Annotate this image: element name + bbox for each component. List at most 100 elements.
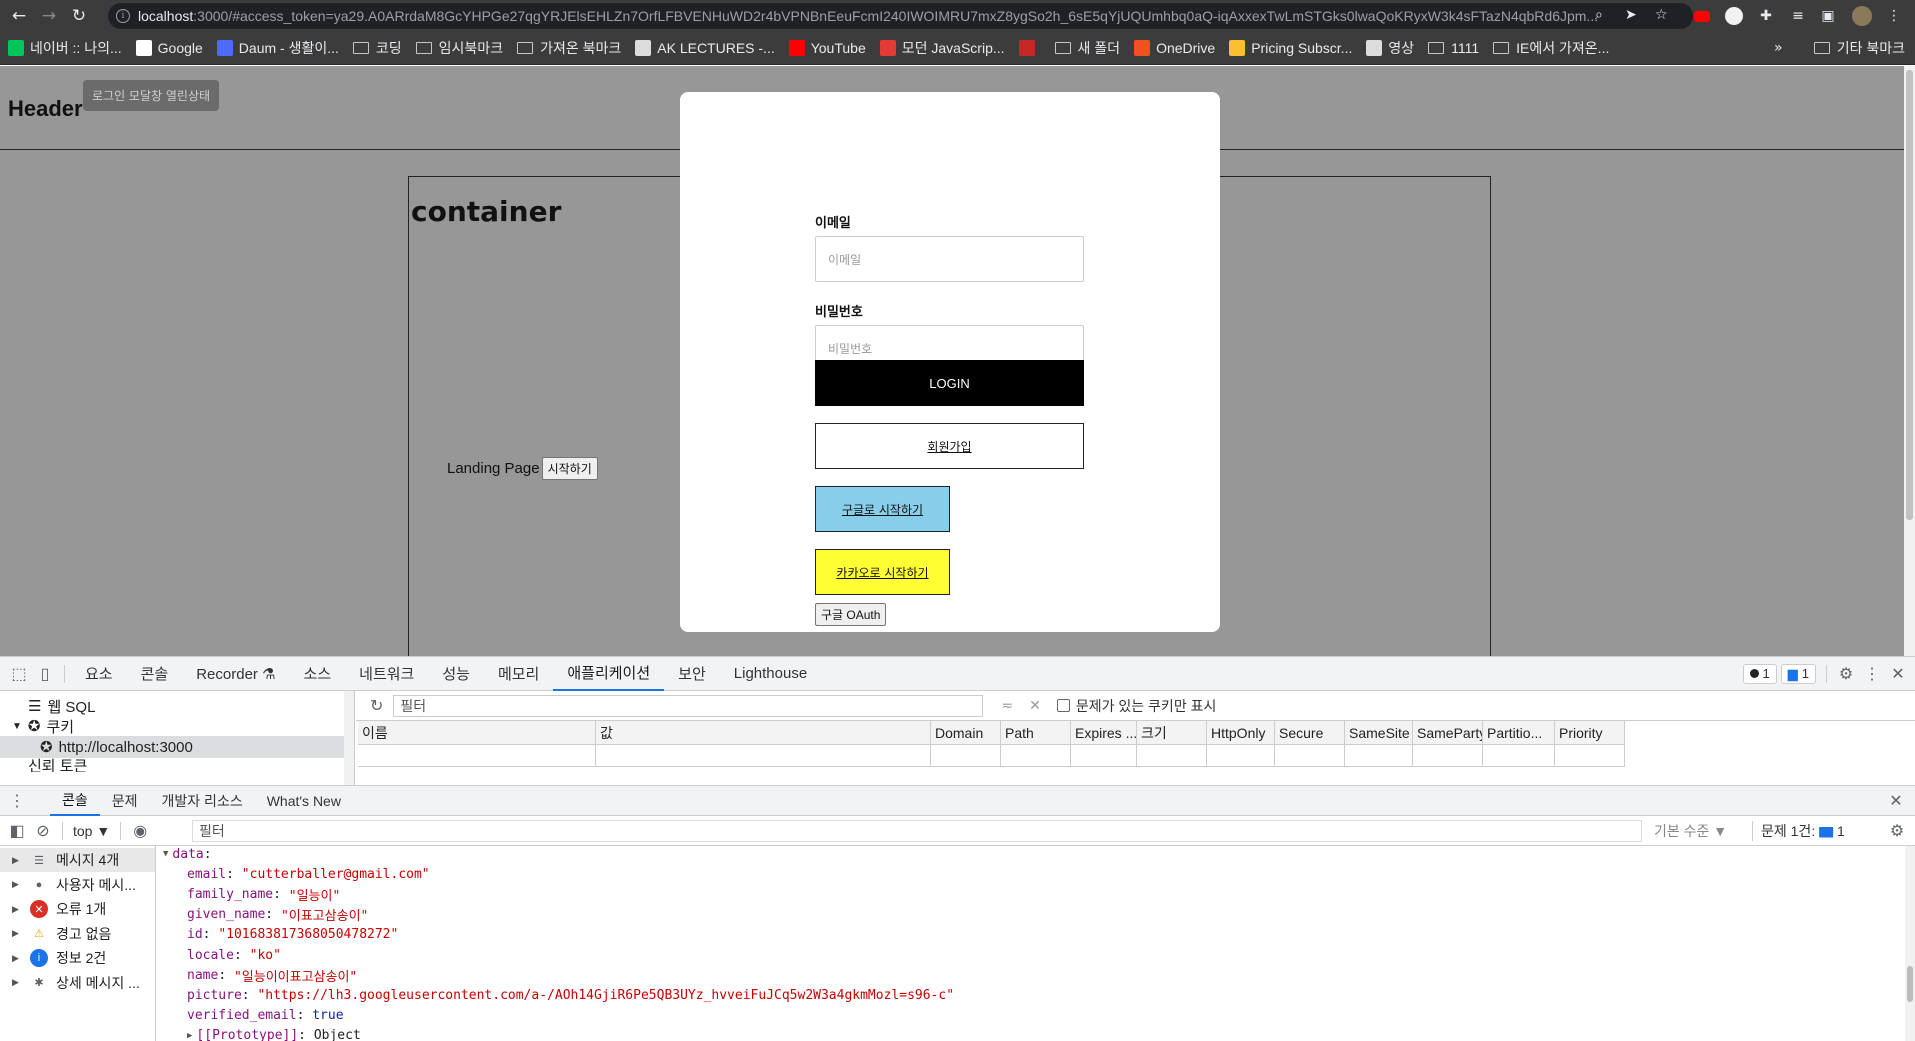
live-expression-eye-icon[interactable]: ◉ xyxy=(127,818,153,844)
devtools-tab[interactable]: 요소 xyxy=(71,657,127,691)
sidebar-item-cookies[interactable]: ▼ ✪ 쿠키 xyxy=(0,715,344,737)
clear-console-icon[interactable]: ⊘ xyxy=(30,818,56,844)
reload-icon[interactable]: ↻ xyxy=(64,0,94,32)
bookmark-item[interactable]: 새 폴더 xyxy=(1054,38,1120,58)
devtools-tab[interactable]: Lighthouse xyxy=(720,657,821,691)
avatar[interactable] xyxy=(1852,6,1872,26)
kakao-login-button[interactable]: 카카오로 시작하기 xyxy=(815,549,950,595)
cookie-column-header[interactable]: Priority xyxy=(1555,721,1625,745)
bookmark-item[interactable] xyxy=(1018,40,1041,56)
bookmark-item[interactable]: 가져온 북마크 xyxy=(517,38,621,58)
cookie-column-header[interactable]: Path xyxy=(1001,721,1071,745)
console-sidebar-item[interactable]: ▶ i 정보 2건 xyxy=(0,946,155,970)
bookmark-item[interactable]: Pricing Subscr... xyxy=(1229,40,1352,56)
bookmarks-overflow-button[interactable]: » xyxy=(1774,40,1783,56)
context-select[interactable]: top ▼ xyxy=(73,823,110,839)
profile-circle-icon[interactable] xyxy=(1724,6,1744,26)
zoom-icon[interactable]: ⌕ xyxy=(1595,7,1603,23)
console-object-property[interactable]: ▼ data: xyxy=(163,846,212,864)
expand-arrow-icon[interactable]: ▼ xyxy=(12,721,22,732)
drawer-tab[interactable]: 개발자 리소스 xyxy=(150,786,255,816)
back-icon[interactable]: ← xyxy=(4,0,34,32)
clear-filtered-icon[interactable]: ≂ xyxy=(1001,697,1013,714)
console-settings-gear-icon[interactable]: ⚙ xyxy=(1884,818,1910,844)
devtools-tab[interactable]: 네트워크 xyxy=(345,657,428,691)
console-sidebar-item[interactable]: ▶ ✱ 상세 메시지 ... xyxy=(0,971,155,995)
refresh-icon[interactable]: ↻ xyxy=(370,696,383,716)
start-button[interactable]: 시작하기 xyxy=(541,457,598,480)
forward-icon[interactable]: → xyxy=(34,0,64,32)
bookmark-item[interactable]: IE에서 가져온... xyxy=(1493,38,1609,58)
bookmark-star-icon[interactable]: ☆ xyxy=(1655,7,1668,23)
other-bookmarks[interactable]: 기타 북마크 xyxy=(1813,38,1905,58)
console-scrollbar[interactable] xyxy=(1905,846,1915,1041)
address-bar[interactable]: i localhost:3000/#access_token=ya29.A0AR… xyxy=(108,3,1693,29)
cookie-column-header[interactable]: SameParty xyxy=(1413,721,1483,745)
cookie-column-header[interactable]: SameSite xyxy=(1345,721,1413,745)
sidebar-item-websql[interactable]: ☰ 웹 SQL xyxy=(0,695,344,717)
extensions-icon[interactable]: ✚ xyxy=(1756,6,1776,26)
login-button[interactable]: LOGIN xyxy=(815,360,1084,406)
expand-arrow-icon[interactable]: ▶ xyxy=(12,977,30,988)
cookie-column-header[interactable]: Partitio... xyxy=(1483,721,1555,745)
signup-button[interactable]: 회원가입 xyxy=(815,423,1084,469)
drawer-tab[interactable]: 콘솔 xyxy=(50,786,100,816)
devtools-tab[interactable]: 소스 xyxy=(290,657,346,691)
send-icon[interactable]: ➤ xyxy=(1625,7,1637,23)
media-queue-icon[interactable]: ≡ xyxy=(1788,6,1808,26)
google-login-button[interactable]: 구글로 시작하기 xyxy=(815,486,950,532)
expand-arrow-icon[interactable]: ▶ xyxy=(12,904,30,915)
bookmark-item[interactable]: Daum - 생활이... xyxy=(216,38,339,58)
cookie-column-header[interactable]: Expires ... xyxy=(1071,721,1137,745)
device-toolbar-icon[interactable]: ▯ xyxy=(32,661,58,687)
drawer-tab[interactable]: 문제 xyxy=(100,786,150,816)
drawer-tab[interactable]: What's New xyxy=(255,786,353,816)
page-scrollbar[interactable] xyxy=(1904,66,1915,656)
close-drawer-icon[interactable]: ✕ xyxy=(1883,788,1909,814)
messages-badge[interactable]: ▆ 1 xyxy=(1780,663,1816,684)
menu-icon[interactable]: ⋮ xyxy=(1884,6,1904,26)
issues-counter[interactable]: 문제 1건: ▆ 1 xyxy=(1752,820,1845,841)
cookie-column-header[interactable]: 크기 xyxy=(1137,721,1207,745)
bookmark-item[interactable]: 코딩 xyxy=(352,38,402,58)
bookmark-item[interactable]: 임시북마크 xyxy=(415,38,503,58)
url-text[interactable]: localhost:3000/#access_token=ya29.A0ARrd… xyxy=(138,8,1598,24)
sidebar-scrollbar[interactable] xyxy=(344,691,354,785)
bookmark-item[interactable]: 영상 xyxy=(1366,38,1414,58)
show-sidebar-icon[interactable]: ◧ xyxy=(4,818,30,844)
more-options-icon[interactable]: ⋮ xyxy=(1859,661,1885,687)
console-sidebar-item[interactable]: ▶ ● 사용자 메시... xyxy=(0,873,155,897)
bookmark-item[interactable]: 1111 xyxy=(1428,40,1479,56)
console-sidebar-item[interactable]: ▶ ⚠ 경고 없음 xyxy=(0,922,155,946)
expand-arrow-icon[interactable]: ▶ xyxy=(12,953,30,964)
devtools-tab[interactable]: 보안 xyxy=(664,657,720,691)
devtools-tab[interactable]: 애플리케이션 xyxy=(553,657,665,691)
console-filter-input[interactable]: 필터 xyxy=(192,820,1642,842)
bookmark-item[interactable]: AK LECTURES -... xyxy=(635,40,775,56)
devtools-tab[interactable]: Recorder ⚗ xyxy=(182,657,289,691)
site-info-icon[interactable]: i xyxy=(116,9,130,23)
expand-arrow-icon[interactable]: ▶ xyxy=(12,879,30,890)
bookmark-item[interactable]: OneDrive xyxy=(1134,40,1215,56)
cookie-filter-input[interactable]: 필터 xyxy=(393,694,984,717)
devtools-tab[interactable]: 메모리 xyxy=(484,657,553,691)
cookie-column-header[interactable]: Domain xyxy=(931,721,1001,745)
devtools-tab[interactable]: 콘솔 xyxy=(127,657,183,691)
drawer-menu-icon[interactable]: ⋮ xyxy=(4,788,30,814)
console-sidebar-item[interactable]: ▶ ✕ 오류 1개 xyxy=(0,897,155,921)
youtube-extension-icon[interactable] xyxy=(1692,6,1712,26)
console-object-property[interactable]: ▶ [[Prototype]]: Object xyxy=(187,1026,361,1041)
bookmark-item[interactable]: 네이버 :: 나의... xyxy=(8,38,122,58)
errors-badge[interactable]: 1 xyxy=(1742,663,1777,684)
google-oauth-button[interactable]: 구글 OAuth xyxy=(815,603,887,626)
settings-gear-icon[interactable]: ⚙ xyxy=(1833,661,1859,687)
cookie-column-header[interactable]: 이름 xyxy=(358,721,596,745)
bookmark-item[interactable]: 모던 JavaScrip... xyxy=(879,38,1005,58)
console-sidebar-item[interactable]: ▶ ☰ 메시지 4개 xyxy=(0,848,155,872)
expand-arrow-icon[interactable]: ▶ xyxy=(187,1031,192,1041)
sidebar-item-trust-tokens[interactable]: 신뢰 토큰 xyxy=(0,758,344,772)
clear-all-icon[interactable]: ✕ xyxy=(1029,697,1041,714)
side-panel-icon[interactable]: ▣ xyxy=(1818,6,1838,26)
bookmark-item[interactable]: YouTube xyxy=(788,40,866,56)
inspect-element-icon[interactable]: ⬚ xyxy=(6,661,32,687)
